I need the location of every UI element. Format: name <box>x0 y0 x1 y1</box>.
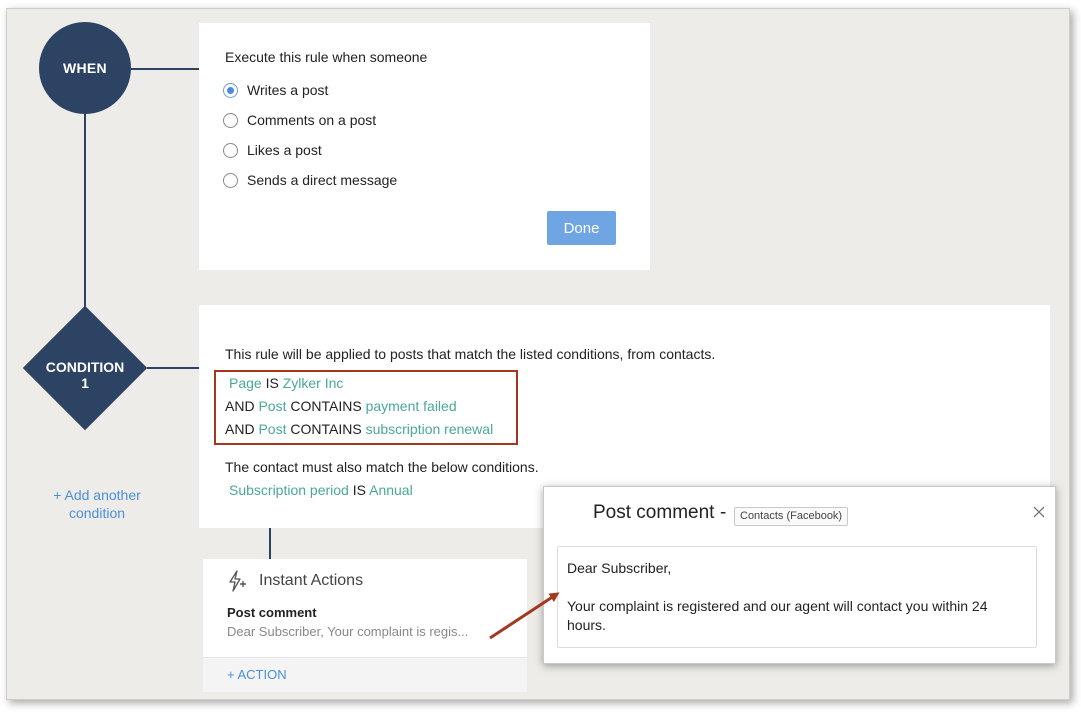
radio-button[interactable] <box>223 142 238 158</box>
connector-when-card <box>131 68 201 70</box>
contact-condition-operator: IS <box>352 482 366 498</box>
radio-button[interactable] <box>223 172 238 188</box>
add-another-condition-link[interactable]: + Add another condition <box>27 486 167 522</box>
when-node: WHEN <box>39 22 131 114</box>
close-icon[interactable] <box>1032 505 1046 519</box>
add-action-button[interactable]: + ACTION <box>227 667 287 682</box>
condition-value[interactable]: subscription renewal <box>366 421 494 437</box>
comment-text: Your complaint is registered and our age… <box>567 598 988 633</box>
contact-condition-field[interactable]: Subscription period <box>229 482 349 498</box>
condition-field[interactable]: Page <box>229 375 262 391</box>
post-comment-popup: Post comment - Contacts (Facebook) Dear … <box>543 486 1056 664</box>
contact-rule-row: Subscription period IS Annual <box>225 482 413 498</box>
condition-rule-row: Page IS Zylker Inc <box>225 375 343 391</box>
popup-title-separator: - <box>720 502 727 523</box>
trigger-option-label: Likes a post <box>247 142 322 158</box>
action-item-title[interactable]: Post comment <box>227 605 317 620</box>
connector-condition-card <box>147 367 201 369</box>
condition-rule-row: AND Post CONTAINS payment failed <box>225 398 457 414</box>
lightning-plus-icon <box>229 570 246 592</box>
trigger-option-label: Comments on a post <box>247 112 377 128</box>
condition-node-label: CONDITION 1 <box>25 359 145 391</box>
condition-operator: CONTAINS <box>290 398 362 414</box>
action-item-preview: Dear Subscriber, Your complaint is regis… <box>227 624 469 639</box>
condition-value[interactable]: payment failed <box>366 398 457 414</box>
add-condition-text-line1: + Add another <box>53 487 141 503</box>
when-node-label: WHEN <box>63 60 107 76</box>
condition-node-title: CONDITION <box>45 359 125 375</box>
condition-value[interactable]: Zylker Inc <box>283 375 344 391</box>
condition-conjunction: AND <box>225 398 255 414</box>
trigger-option-comments-post[interactable]: Comments on a post <box>223 110 376 130</box>
condition-operator: IS <box>265 375 279 391</box>
comment-greeting: Dear Subscriber, <box>567 560 672 576</box>
trigger-option-likes-post[interactable]: Likes a post <box>223 140 322 160</box>
condition-description: This rule will be applied to posts that … <box>225 346 716 362</box>
popup-source-tag: Contacts (Facebook) <box>734 507 849 526</box>
radio-button-selected[interactable] <box>223 82 238 98</box>
condition-rule-row: AND Post CONTAINS subscription renewal <box>225 421 493 437</box>
instant-actions-title: Instant Actions <box>259 572 364 589</box>
radio-button[interactable] <box>223 112 238 128</box>
trigger-option-label: Writes a post <box>247 82 329 98</box>
trigger-option-direct-message[interactable]: Sends a direct message <box>223 170 397 190</box>
condition-field[interactable]: Post <box>258 398 286 414</box>
popup-title: Post comment <box>593 502 715 523</box>
condition-node-number: 1 <box>81 375 89 391</box>
instant-actions-footer: + ACTION <box>203 657 527 692</box>
trigger-option-writes-post[interactable]: Writes a post <box>223 80 328 100</box>
trigger-option-label: Sends a direct message <box>247 172 398 188</box>
condition-operator: CONTAINS <box>290 421 362 437</box>
when-card: Execute this rule when someone Writes a … <box>199 23 650 270</box>
condition-conjunction: AND <box>225 421 255 437</box>
connector-condition-actions <box>269 527 271 561</box>
comment-message-box[interactable]: Dear Subscriber, Your complaint is regis… <box>557 546 1037 648</box>
instant-actions-header: Instant Actions <box>225 569 363 593</box>
when-card-title: Execute this rule when someone <box>225 49 428 65</box>
instant-actions-card: Instant Actions Post comment Dear Subscr… <box>203 559 527 692</box>
done-button[interactable]: Done <box>547 211 616 245</box>
connector-when-condition <box>84 113 86 309</box>
contact-condition-value[interactable]: Annual <box>369 482 413 498</box>
condition-field[interactable]: Post <box>258 421 286 437</box>
add-condition-text-line2: condition <box>68 505 126 521</box>
contact-condition-description: The contact must also match the below co… <box>225 459 539 475</box>
